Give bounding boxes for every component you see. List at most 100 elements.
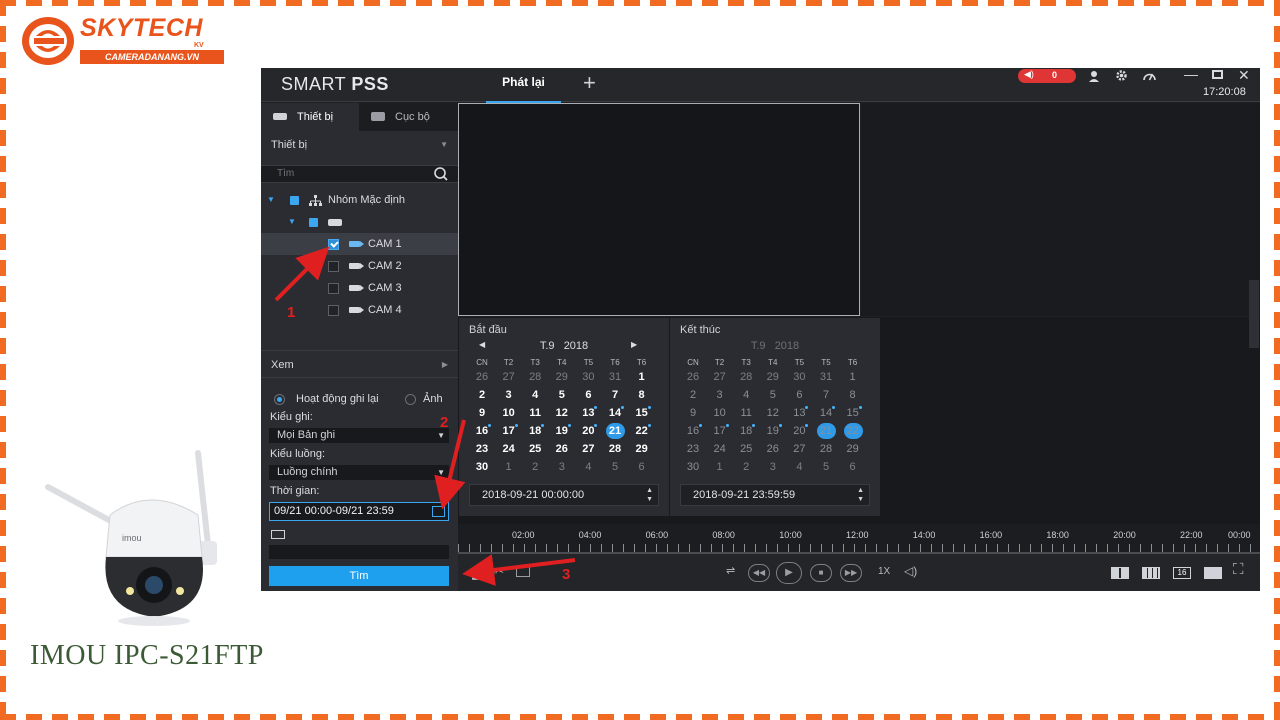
calendar-day[interactable]: 1 xyxy=(840,371,866,383)
search-button[interactable]: Tìm xyxy=(269,566,449,586)
calendar-day[interactable]: 30 xyxy=(786,371,812,383)
view-section-header[interactable]: Xem ▶ xyxy=(261,350,458,378)
calendar-day[interactable]: 4 xyxy=(733,389,759,401)
gauge-icon[interactable] xyxy=(1143,70,1156,81)
minimize-icon[interactable]: — xyxy=(1184,68,1198,82)
chevron-down-icon[interactable]: ▼ xyxy=(267,189,275,211)
stop-button[interactable]: ■ xyxy=(810,564,832,582)
calendar-day[interactable]: 2 xyxy=(680,389,706,401)
calendar-day[interactable]: 11 xyxy=(522,407,548,419)
tree-cam-3[interactable]: CAM 3 xyxy=(261,277,458,299)
snapshot-icon[interactable] xyxy=(516,566,530,577)
calendar-day[interactable]: 20 xyxy=(786,424,812,437)
alarm-button[interactable]: ◀) 0 xyxy=(1018,69,1076,83)
calendar-day[interactable]: 23 xyxy=(469,443,495,455)
calendar-day[interactable]: 30 xyxy=(680,461,706,473)
calendar-day[interactable]: 22 xyxy=(629,424,655,437)
calendar-day[interactable]: 4 xyxy=(786,461,812,473)
rewind-button[interactable]: ◀◀ xyxy=(748,564,770,582)
calendar-day[interactable]: 3 xyxy=(760,461,786,473)
spinner-icon[interactable]: ▲ ▼ xyxy=(857,486,864,504)
calendar-day[interactable]: 16 xyxy=(680,424,706,437)
tab-local[interactable]: Cục bộ xyxy=(359,103,458,131)
volume-icon[interactable]: ◁) xyxy=(904,564,917,578)
calendar-day[interactable]: 17 xyxy=(496,424,522,437)
video-window-1[interactable] xyxy=(458,103,860,316)
calendar-day[interactable]: 3 xyxy=(549,461,575,473)
chevron-down-icon[interactable]: ▼ xyxy=(288,211,296,233)
timeline[interactable]: 02:00 04:00 06:00 08:00 10:00 12:00 14:00 16:00… xyxy=(458,524,1260,554)
calendar-day[interactable]: 4 xyxy=(575,461,601,473)
calendar-day[interactable]: 4 xyxy=(522,389,548,401)
spinner-icon[interactable]: ▲ ▼ xyxy=(646,486,653,504)
tree-cam-2[interactable]: CAM 2 xyxy=(261,255,458,277)
tab-playback[interactable]: Phát lại xyxy=(486,68,561,103)
cam-2-checkbox[interactable] xyxy=(328,261,339,272)
calendar-day[interactable]: 10 xyxy=(496,407,522,419)
calendar-day[interactable]: 28 xyxy=(602,443,628,455)
calendar-day[interactable]: 14 xyxy=(813,406,839,419)
add-tab-button[interactable]: + xyxy=(583,70,596,96)
calendar-day[interactable]: 2 xyxy=(733,461,759,473)
calendar-day[interactable]: 29 xyxy=(760,371,786,383)
start-datetime-input[interactable]: 2018-09-21 00:00:00 ▲ ▼ xyxy=(469,484,659,506)
user-icon[interactable] xyxy=(1088,70,1100,82)
calendar-day[interactable]: 25 xyxy=(522,443,548,455)
calendar-day[interactable]: 18 xyxy=(733,424,759,437)
calendar-day[interactable]: 10 xyxy=(707,407,733,419)
calendar-day[interactable]: 15 xyxy=(629,406,655,419)
cam-1-checkbox[interactable] xyxy=(328,239,339,250)
calendar-day[interactable]: 8 xyxy=(629,389,655,401)
calendar-day[interactable]: 31 xyxy=(602,371,628,383)
calendar-day[interactable]: 6 xyxy=(840,461,866,473)
calendar-day[interactable]: 19 xyxy=(549,424,575,437)
custom-layout-icon[interactable] xyxy=(1204,567,1222,579)
calendar-day[interactable]: 21 xyxy=(813,423,839,439)
gear-icon[interactable] xyxy=(1115,69,1128,82)
record-type-select[interactable]: Mọi Bản ghi ▼ xyxy=(269,428,449,443)
calendar-day[interactable]: 6 xyxy=(629,461,655,473)
sync-icon[interactable]: ⇌ xyxy=(726,564,735,577)
calendar-day[interactable]: 25 xyxy=(733,443,759,455)
side-panel-handle[interactable] xyxy=(1249,280,1259,348)
search-icon[interactable] xyxy=(434,166,448,182)
layout-16-icon[interactable]: 16 xyxy=(1173,567,1191,579)
calendar-day[interactable]: 5 xyxy=(549,389,575,401)
calendar-day[interactable]: 6 xyxy=(575,389,601,401)
calendar-day[interactable]: 27 xyxy=(496,371,522,383)
scissors-icon[interactable]: ✂ xyxy=(494,564,504,578)
calendar-day[interactable]: 27 xyxy=(575,443,601,455)
calendar-day[interactable]: 13 xyxy=(575,406,601,419)
tree-device[interactable]: ▼ xyxy=(261,211,458,233)
calendar-day[interactable]: 3 xyxy=(707,389,733,401)
calendar-day[interactable]: 1 xyxy=(629,371,655,383)
layout-9-icon[interactable] xyxy=(1142,567,1160,579)
play-button[interactable]: ▶ xyxy=(776,562,802,584)
cam-4-checkbox[interactable] xyxy=(328,305,339,316)
video-window-2[interactable] xyxy=(861,103,1260,316)
calendar-day[interactable]: 26 xyxy=(469,371,495,383)
maximize-icon[interactable] xyxy=(1212,70,1223,79)
fullscreen-icon[interactable]: ⛶ xyxy=(1233,561,1244,578)
stream-type-select[interactable]: Luồng chính ▼ xyxy=(269,465,449,480)
download-icon[interactable] xyxy=(472,566,486,580)
card-icon[interactable] xyxy=(271,530,285,539)
calendar-day[interactable]: 3 xyxy=(496,389,522,401)
time-range-input[interactable]: 09/21 00:00-09/21 23:59 xyxy=(269,502,449,521)
calendar-icon[interactable] xyxy=(432,506,445,517)
calendar-day[interactable]: 30 xyxy=(575,371,601,383)
calendar-day[interactable]: 2 xyxy=(522,461,548,473)
calendar-day[interactable]: 11 xyxy=(733,407,759,419)
radio-image[interactable] xyxy=(405,394,416,405)
radio-record[interactable] xyxy=(274,394,285,405)
group-checkbox[interactable] xyxy=(290,196,299,205)
calendar-day[interactable]: 26 xyxy=(549,443,575,455)
calendar-day[interactable]: 12 xyxy=(760,407,786,419)
calendar-day[interactable]: 15 xyxy=(840,406,866,419)
calendar-day[interactable]: 5 xyxy=(760,389,786,401)
cam-3-checkbox[interactable] xyxy=(328,283,339,294)
calendar-day[interactable]: 30 xyxy=(469,461,495,473)
calendar-day[interactable]: 7 xyxy=(813,389,839,401)
device-checkbox[interactable] xyxy=(309,218,318,227)
calendar-day[interactable]: 28 xyxy=(813,443,839,455)
